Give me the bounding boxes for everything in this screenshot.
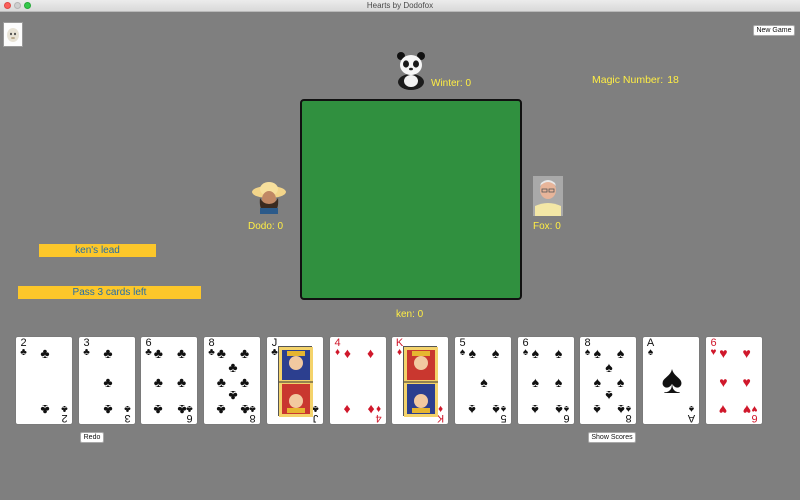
clubs-pip-icon: ♣ xyxy=(240,401,250,418)
clubs-pip-icon: ♣ xyxy=(153,401,163,418)
card-6-of-spades[interactable]: 6 ♠ 6 ♠ ♠ ♠ ♠ ♠ ♠ ♠ xyxy=(517,336,575,425)
face-card-art-icon xyxy=(278,346,313,417)
clubs-pip-icon: ♣ xyxy=(228,359,238,376)
card-5-of-spades[interactable]: 5 ♠ 5 ♠ ♠ ♠ ♠ ♠ ♠ xyxy=(454,336,512,425)
clubs-pip-icon: ♣ xyxy=(216,373,226,390)
clubs-pip-icon: ♣ xyxy=(153,345,163,362)
spades-pip-icon: ♠ xyxy=(593,345,602,362)
spades-pip-icon: ♠ xyxy=(468,345,477,362)
spades-pip-icon: ♠ xyxy=(605,359,613,376)
card-pips: ♣ ♣ ♣ ♣ ♣ ♣ ♣ ♣ xyxy=(204,337,260,424)
window-title: Hearts by Dodofox xyxy=(366,1,434,10)
title-bar: Hearts by Dodofox xyxy=(0,0,800,12)
spades-pip-icon: ♠ xyxy=(593,401,602,418)
spades-pip-icon: ♠ xyxy=(491,401,500,418)
card-pips: ♣ ♣ ♣ ♣ ♣ ♣ xyxy=(141,337,197,424)
card-8-of-spades[interactable]: 8 ♠ 8 ♠ ♠ ♠ ♠ ♠ ♠ ♠ ♠ ♠ xyxy=(579,336,637,425)
card-pips xyxy=(392,337,448,424)
card-table[interactable] xyxy=(300,99,522,300)
clubs-pip-icon: ♣ xyxy=(103,401,113,418)
spades-pip-icon: ♠ xyxy=(554,345,563,362)
diamonds-pip-icon: ♦ xyxy=(367,345,375,362)
card-6-of-hearts[interactable]: 6 ♥ 6 ♥ ♥ ♥ ♥ ♥ ♥ ♥ xyxy=(705,336,763,425)
spades-pip-icon: ♠ xyxy=(616,345,625,362)
east-player-score: Fox: 0 xyxy=(533,221,561,232)
clubs-pip-icon: ♣ xyxy=(216,401,226,418)
spades-pip-icon: ♠ xyxy=(468,401,477,418)
redo-button[interactable]: Redo xyxy=(80,432,104,443)
diamonds-pip-icon: ♦ xyxy=(343,401,351,418)
card-6-of-clubs[interactable]: 6 ♣ 6 ♣ ♣ ♣ ♣ ♣ ♣ ♣ xyxy=(140,336,198,425)
spades-pip-icon: ♠ xyxy=(531,345,540,362)
clubs-pip-icon: ♣ xyxy=(240,345,250,362)
clubs-pip-icon: ♣ xyxy=(177,401,187,418)
clubs-pip-icon: ♣ xyxy=(240,373,250,390)
hearts-pip-icon: ♥ xyxy=(742,373,751,390)
card-pips: ♠ xyxy=(643,337,699,424)
north-player-score: Winter: 0 xyxy=(431,78,472,89)
hearts-pip-icon: ♥ xyxy=(742,345,751,362)
clubs-pip-icon: ♣ xyxy=(216,345,226,362)
card-pips: ♥ ♥ ♥ ♥ ♥ ♥ xyxy=(706,337,762,424)
west-player-score: Dodo: 0 xyxy=(248,221,284,232)
card-pips: ♦ ♦ ♦ ♦ xyxy=(330,337,386,424)
spades-pip-icon: ♠ xyxy=(554,401,563,418)
spades-pip-icon: ♠ xyxy=(554,373,563,390)
face-card-art-icon xyxy=(403,346,438,417)
clubs-pip-icon: ♣ xyxy=(228,387,238,404)
spades-pip-icon: ♠ xyxy=(491,345,500,362)
spades-pip-icon: ♠ xyxy=(616,373,625,390)
card-4-of-diamonds[interactable]: 4 ♦ 4 ♦ ♦ ♦ ♦ ♦ xyxy=(329,336,387,425)
card-j-of-clubs[interactable]: J ♣ J ♣ xyxy=(266,336,324,425)
spades-pip-icon: ♠ xyxy=(531,373,540,390)
card-pips: ♣ ♣ xyxy=(16,337,72,424)
card-8-of-clubs[interactable]: 8 ♣ 8 ♣ ♣ ♣ ♣ ♣ ♣ ♣ ♣ ♣ xyxy=(203,336,261,425)
clubs-pip-icon: ♣ xyxy=(177,373,187,390)
card-pips xyxy=(267,337,323,424)
spades-large-pip-icon: ♠ xyxy=(661,357,683,402)
lead-status-banner: ken's lead xyxy=(39,244,156,257)
card-pips: ♠ ♠ ♠ ♠ ♠ ♠ xyxy=(518,337,574,424)
diamonds-pip-icon: ♦ xyxy=(343,345,351,362)
hearts-pip-icon: ♥ xyxy=(719,373,728,390)
card-k-of-diamonds[interactable]: K ♦ K ♦ xyxy=(391,336,449,425)
panda-avatar-icon xyxy=(393,50,429,95)
hearts-pip-icon: ♥ xyxy=(719,345,728,362)
clubs-pip-icon: ♣ xyxy=(177,345,187,362)
spades-pip-icon: ♠ xyxy=(605,387,613,404)
fox-avatar-icon xyxy=(533,176,563,221)
card-2-of-clubs[interactable]: 2 ♣ 2 ♣ ♣ ♣ xyxy=(15,336,73,425)
show-scores-button[interactable]: Show Scores xyxy=(588,432,636,443)
clubs-pip-icon: ♣ xyxy=(103,345,113,362)
hearts-pip-icon: ♥ xyxy=(742,401,751,418)
clubs-pip-icon: ♣ xyxy=(153,373,163,390)
spades-pip-icon: ♠ xyxy=(616,401,625,418)
dodo-avatar-icon xyxy=(251,178,287,219)
new-game-button[interactable]: New Game xyxy=(753,25,795,36)
clubs-pip-icon: ♣ xyxy=(103,373,113,390)
diamonds-pip-icon: ♦ xyxy=(367,401,375,418)
card-pips: ♠ ♠ ♠ ♠ ♠ xyxy=(455,337,511,424)
card-3-of-clubs[interactable]: 3 ♣ 3 ♣ ♣ ♣ ♣ xyxy=(78,336,136,425)
card-pips: ♠ ♠ ♠ ♠ ♠ ♠ ♠ ♠ xyxy=(580,337,636,424)
magic-number: Magic Number: 18 xyxy=(592,74,679,86)
spades-pip-icon: ♠ xyxy=(593,373,602,390)
user-profile-icon[interactable] xyxy=(3,22,23,47)
spades-pip-icon: ♠ xyxy=(480,373,488,390)
pass-status-banner: Pass 3 cards left xyxy=(18,286,201,299)
card-a-of-spades[interactable]: A ♠ A ♠ ♠ xyxy=(642,336,700,425)
clubs-pip-icon: ♣ xyxy=(40,401,50,418)
magic-number-label: Magic Number: xyxy=(592,74,664,86)
south-player-score: ken: 0 xyxy=(396,309,424,320)
hearts-pip-icon: ♥ xyxy=(719,401,728,418)
card-pips: ♣ ♣ ♣ xyxy=(79,337,135,424)
spades-pip-icon: ♠ xyxy=(531,401,540,418)
clubs-pip-icon: ♣ xyxy=(40,345,50,362)
magic-number-value: 18 xyxy=(667,74,679,86)
